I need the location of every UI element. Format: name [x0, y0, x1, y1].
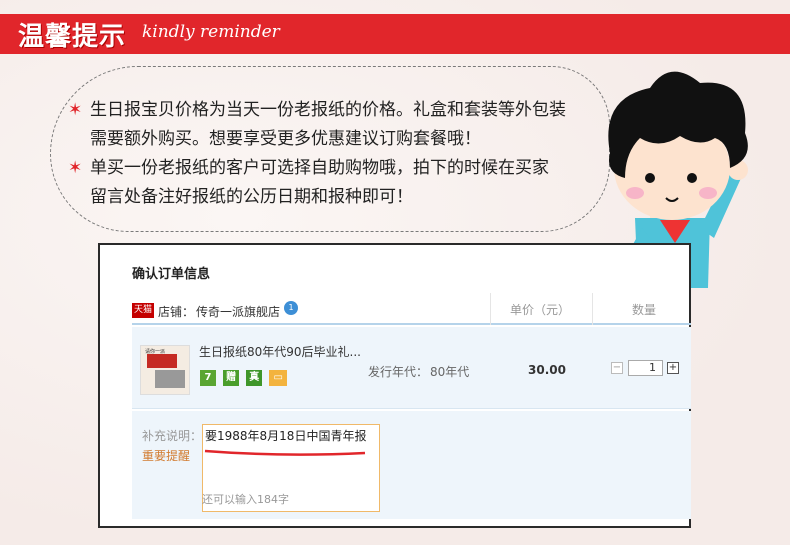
red-underline-annotation [204, 449, 366, 456]
quantity-increment-button[interactable]: + [667, 362, 679, 374]
tip-item: ✶ 单买一份老报纸的客户可选择自助购物哦，拍下的时候在买家 留言处备注好报纸的公… [68, 154, 566, 212]
star-icon: ✶ [68, 158, 83, 178]
banner-subtitle: kindly reminder [142, 22, 280, 42]
banner-title: 温馨提示 [18, 22, 127, 52]
note-label: 补充说明： [142, 429, 203, 443]
order-header-row: 天猫 店铺： 传奇一派旗舰店 1 单价（元） 数量 [132, 293, 691, 325]
authentic-icon[interactable]: 真 [246, 370, 263, 386]
service-badges: 7 赠 真 ▭ [200, 365, 289, 386]
thumbnail-photo [155, 370, 185, 388]
panel-title: 确认订单信息 [132, 267, 211, 282]
wangwang-chat-icon[interactable]: 1 [284, 301, 298, 315]
star-icon: ✶ [68, 100, 83, 120]
product-thumbnail[interactable]: 请你一派 [140, 345, 190, 395]
gift-icon[interactable]: 赠 [223, 370, 240, 386]
order-item-row: 请你一派 生日报纸80年代90后毕业礼... 7 赠 真 ▭ 发行年代： 80年… [132, 327, 691, 409]
quantity-decrement-button[interactable]: − [611, 362, 623, 374]
store-name-link[interactable]: 传奇一派旗舰店 [196, 303, 280, 320]
remaining-characters: 还可以输入184字 [202, 493, 289, 506]
order-confirm-panel: 确认订单信息 天猫 店铺： 传奇一派旗舰店 1 单价（元） 数量 请你一派 生日… [98, 243, 691, 528]
column-divider [490, 293, 491, 325]
store-label: 店铺： [158, 305, 195, 319]
thumbnail-header [147, 354, 177, 368]
note-text: 要1988年8月18日中国青年报 [205, 429, 367, 443]
tips-list: ✶ 生日报宝贝价格为当天一份老报纸的价格。礼盒和套装等外包装 需要额外购买。想要… [68, 96, 566, 212]
price-column-header: 单价（元） [510, 303, 571, 317]
product-title-link[interactable]: 生日报纸80年代90后毕业礼... [199, 343, 361, 360]
era-label: 发行年代： [368, 365, 429, 379]
quantity-input[interactable]: 1 [628, 360, 663, 376]
column-divider [592, 293, 593, 325]
tip-line: 留言处备注好报纸的公历日期和报种即可！ [90, 187, 413, 207]
credit-card-icon[interactable]: ▭ [269, 370, 288, 386]
quantity-column-header: 数量 [632, 303, 657, 317]
note-section: 补充说明： 重要提醒 要1988年8月18日中国青年报 还可以输入184字 [132, 411, 691, 519]
reminder-banner: 温馨提示 kindly reminder [0, 14, 790, 54]
tip-line: 单买一份老报纸的客户可选择自助购物哦，拍下的时候在买家 [90, 158, 549, 178]
unit-price: 30.00 [528, 363, 566, 377]
tip-item: ✶ 生日报宝贝价格为当天一份老报纸的价格。礼盒和套装等外包装 需要额外购买。想要… [68, 96, 566, 154]
important-reminder-link[interactable]: 重要提醒 [142, 447, 190, 464]
tip-line: 生日报宝贝价格为当天一份老报纸的价格。礼盒和套装等外包装 [90, 100, 566, 120]
era-value: 80年代 [430, 365, 470, 379]
seven-day-return-icon[interactable]: 7 [200, 370, 216, 386]
tmall-icon: 天猫 [132, 303, 154, 318]
tip-line: 需要额外购买。想要享受更多优惠建议订购套餐哦！ [90, 129, 481, 149]
